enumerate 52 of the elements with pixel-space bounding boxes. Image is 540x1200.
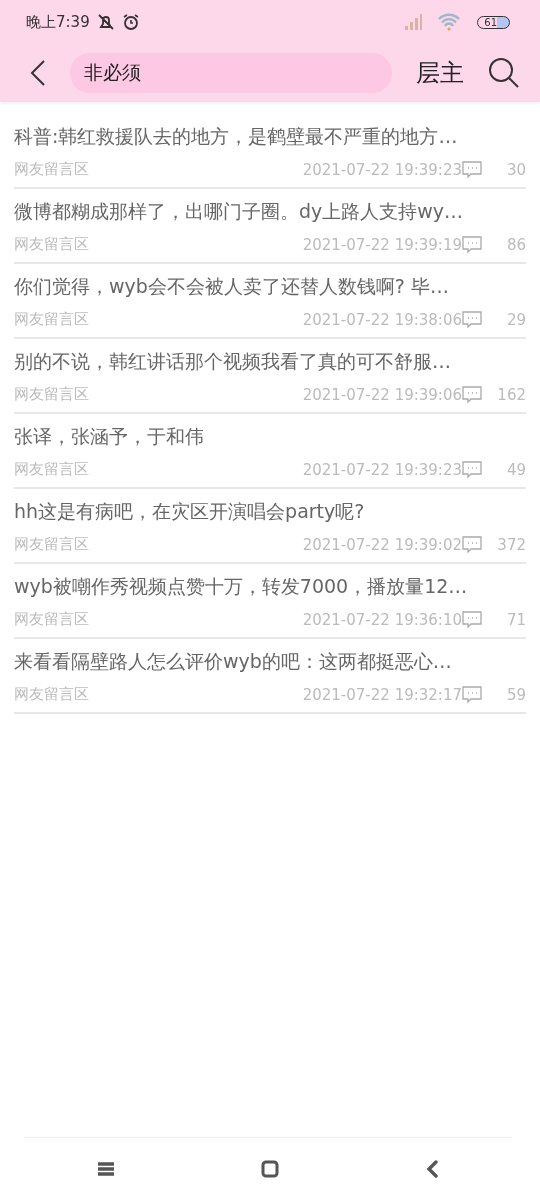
search-icon[interactable] <box>488 57 520 89</box>
post-title[interactable]: hh这是有病吧，在灾区开演唱会party呢? <box>14 499 526 525</box>
comment-icon <box>462 685 482 704</box>
post-title[interactable]: 来看看隔壁路人怎么评价wyb的吧：这两都挺恶心… <box>14 649 526 675</box>
search-field[interactable]: 非必须 <box>70 53 392 93</box>
post-time: 2021-07-22 19:39:02 <box>302 535 462 554</box>
comment-icon <box>462 610 482 629</box>
comment-count: 372 <box>496 535 526 554</box>
post-time: 2021-07-22 19:39:06 <box>302 385 462 404</box>
wifi-icon <box>437 13 462 31</box>
comment-count: 49 <box>505 460 526 479</box>
comment-count: 86 <box>505 235 526 254</box>
post-time: 2021-07-22 19:32:17 <box>302 685 462 704</box>
post-time: 2021-07-22 19:39:23 <box>302 160 462 179</box>
comment-icon <box>462 310 482 329</box>
post-time: 2021-07-22 19:36:10 <box>302 610 462 629</box>
post-title[interactable]: wyb被嘲作秀视频点赞十万，转发7000，播放量12… <box>14 574 526 600</box>
post-source: 网友留言区 <box>14 235 89 254</box>
menu-icon[interactable] <box>97 1161 115 1177</box>
comment-count: 59 <box>505 685 526 704</box>
post-title[interactable]: 微博都糊成那样了，出哪门子圈。dy上路人支持wy… <box>14 199 526 225</box>
post-title[interactable]: 张译，张涵予，于和伟 <box>14 424 526 450</box>
home-icon[interactable] <box>261 1160 279 1178</box>
post-source: 网友留言区 <box>14 460 89 479</box>
comment-count: 162 <box>496 385 526 404</box>
post-source: 网友留言区 <box>14 685 89 704</box>
post-source: 网友留言区 <box>14 160 89 179</box>
comment-icon <box>462 535 482 554</box>
post-title[interactable]: 科普:韩红救援队去的地方，是鹤壁最不严重的地方… <box>14 124 526 150</box>
battery-level: 61 <box>477 15 510 29</box>
post-source: 网友留言区 <box>14 610 89 629</box>
post-time: 2021-07-22 19:39:19 <box>302 235 462 254</box>
comment-count: 29 <box>505 310 526 329</box>
post-title[interactable]: 别的不说，韩红讲话那个视频我看了真的可不舒服… <box>14 349 526 375</box>
status-time: 晚上7:39 <box>26 12 90 32</box>
post-source: 网友留言区 <box>14 310 89 329</box>
comment-count: 30 <box>505 160 526 179</box>
post-source: 网友留言区 <box>14 535 89 554</box>
back-icon[interactable] <box>30 59 46 87</box>
comment-icon <box>462 235 482 254</box>
post-title[interactable]: 你们觉得，wyb会不会被人卖了还替人数钱啊? 毕… <box>14 274 526 300</box>
post-time: 2021-07-22 19:38:06 <box>302 310 462 329</box>
mute-icon <box>95 13 116 31</box>
comment-icon <box>462 160 482 179</box>
floor-owner-button[interactable]: 层主 <box>416 57 464 89</box>
comment-count: 71 <box>505 610 526 629</box>
back-icon[interactable] <box>425 1160 439 1178</box>
post-time: 2021-07-22 19:39:23 <box>302 460 462 479</box>
alarm-icon <box>121 13 140 31</box>
comment-icon <box>462 460 482 479</box>
comment-icon <box>462 385 482 404</box>
post-source: 网友留言区 <box>14 385 89 404</box>
